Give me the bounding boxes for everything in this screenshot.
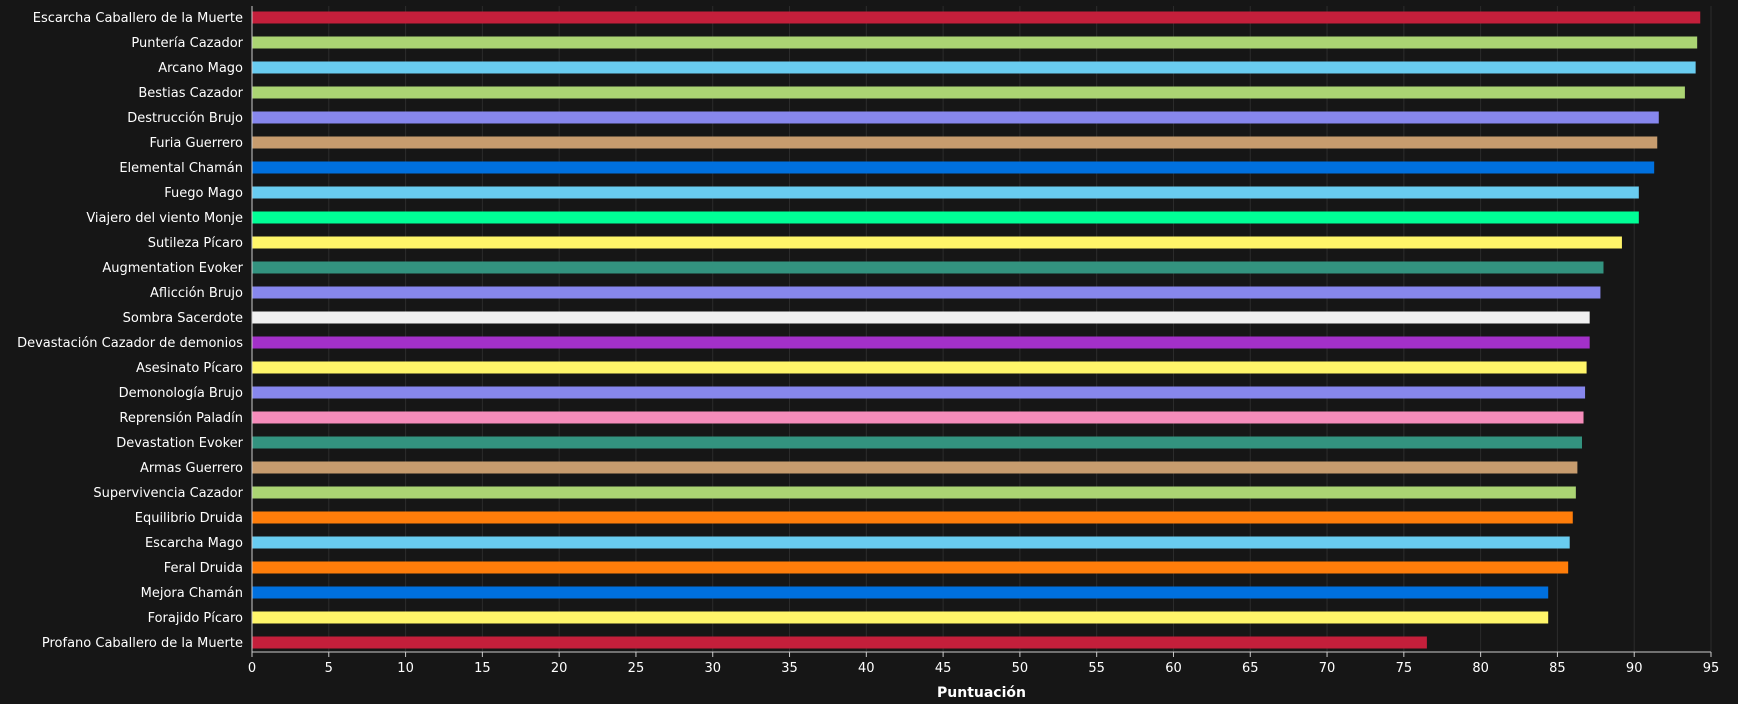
x-tick-label: 0 bbox=[248, 661, 256, 676]
bar[interactable] bbox=[252, 261, 1604, 274]
x-tick-label: 35 bbox=[781, 661, 798, 676]
bar[interactable] bbox=[252, 86, 1685, 99]
x-tick-label: 65 bbox=[1242, 661, 1259, 676]
x-tick-label: 50 bbox=[1012, 661, 1029, 676]
bar[interactable] bbox=[252, 61, 1696, 74]
bar[interactable] bbox=[252, 561, 1569, 574]
x-tick-label: 10 bbox=[397, 661, 414, 676]
category-label: Fuego Mago bbox=[164, 186, 243, 201]
x-tick-label: 70 bbox=[1319, 661, 1336, 676]
bar[interactable] bbox=[252, 586, 1549, 599]
bar[interactable] bbox=[252, 36, 1698, 49]
x-tick-label: 20 bbox=[551, 661, 568, 676]
bar[interactable] bbox=[252, 611, 1549, 624]
bar[interactable] bbox=[252, 111, 1659, 124]
x-tick-label: 75 bbox=[1396, 661, 1413, 676]
bar[interactable] bbox=[252, 436, 1582, 449]
category-label: Puntería Cazador bbox=[131, 36, 243, 51]
bar[interactable] bbox=[252, 11, 1701, 24]
category-label: Armas Guerrero bbox=[140, 461, 243, 476]
x-tick-label: 25 bbox=[628, 661, 645, 676]
x-axis-title: Puntuación bbox=[937, 685, 1026, 701]
bar[interactable] bbox=[252, 536, 1570, 549]
x-axis-ticks: 0 5 10 15 20 25 30 35 40 45 50 55 60 65 70 75 80 85 90 95 bbox=[248, 652, 1719, 676]
bar[interactable] bbox=[252, 386, 1586, 399]
chart-container: Escarcha Caballero de la Muerte Puntería … bbox=[0, 0, 1738, 704]
category-label: Feral Druida bbox=[164, 561, 243, 576]
category-label: Asesinato Pícaro bbox=[136, 361, 243, 376]
bar[interactable] bbox=[252, 636, 1427, 649]
x-tick-label: 85 bbox=[1549, 661, 1566, 676]
x-tick-label: 15 bbox=[474, 661, 491, 676]
category-label: Sutileza Pícaro bbox=[148, 236, 243, 251]
category-label: Elemental Chamán bbox=[119, 161, 243, 176]
bars bbox=[252, 11, 1701, 649]
bar[interactable] bbox=[252, 461, 1578, 474]
category-label: Arcano Mago bbox=[158, 61, 243, 76]
category-label: Demonología Brujo bbox=[119, 386, 243, 401]
x-tick-label: 90 bbox=[1626, 661, 1643, 676]
category-label: Destrucción Brujo bbox=[127, 111, 243, 126]
x-tick-label: 60 bbox=[1165, 661, 1182, 676]
category-label: Forajido Pícaro bbox=[148, 611, 243, 626]
category-label: Bestias Cazador bbox=[138, 86, 243, 101]
bar[interactable] bbox=[252, 411, 1584, 424]
category-label: Mejora Chamán bbox=[141, 586, 243, 601]
x-tick-label: 45 bbox=[935, 661, 952, 676]
bar[interactable] bbox=[252, 511, 1573, 524]
category-label: Reprensión Paladín bbox=[119, 411, 243, 426]
bar[interactable] bbox=[252, 311, 1590, 324]
bar[interactable] bbox=[252, 336, 1590, 349]
bar[interactable] bbox=[252, 136, 1658, 149]
category-label: Sombra Sacerdote bbox=[123, 311, 243, 326]
x-tick-label: 55 bbox=[1088, 661, 1105, 676]
category-label: Aflicción Brujo bbox=[150, 286, 243, 301]
category-label: Supervivencia Cazador bbox=[93, 486, 243, 501]
category-label: Devastation Evoker bbox=[116, 436, 243, 451]
x-tick-label: 80 bbox=[1472, 661, 1489, 676]
category-label: Furia Guerrero bbox=[149, 136, 243, 151]
category-label: Augmentation Evoker bbox=[102, 261, 243, 276]
category-label: Equilibrio Druida bbox=[135, 511, 243, 526]
category-label: Escarcha Caballero de la Muerte bbox=[33, 11, 243, 26]
category-label: Devastación Cazador de demonios bbox=[17, 336, 243, 351]
grid-lines bbox=[328, 6, 1712, 652]
x-tick-label: 95 bbox=[1703, 661, 1720, 676]
category-label: Viajero del viento Monje bbox=[86, 211, 243, 226]
category-labels: Escarcha Caballero de la Muerte Puntería … bbox=[17, 11, 244, 651]
bar[interactable] bbox=[252, 211, 1639, 224]
bar-chart: Escarcha Caballero de la Muerte Puntería … bbox=[17, 6, 1719, 701]
bar[interactable] bbox=[252, 286, 1601, 299]
bar[interactable] bbox=[252, 186, 1639, 199]
bar[interactable] bbox=[252, 161, 1655, 174]
x-tick-label: 5 bbox=[325, 661, 333, 676]
bar[interactable] bbox=[252, 236, 1622, 249]
x-tick-label: 30 bbox=[704, 661, 721, 676]
x-tick-label: 40 bbox=[858, 661, 875, 676]
category-label: Escarcha Mago bbox=[145, 536, 243, 551]
bar[interactable] bbox=[252, 486, 1576, 499]
category-label: Profano Caballero de la Muerte bbox=[42, 636, 243, 651]
bar[interactable] bbox=[252, 361, 1587, 374]
